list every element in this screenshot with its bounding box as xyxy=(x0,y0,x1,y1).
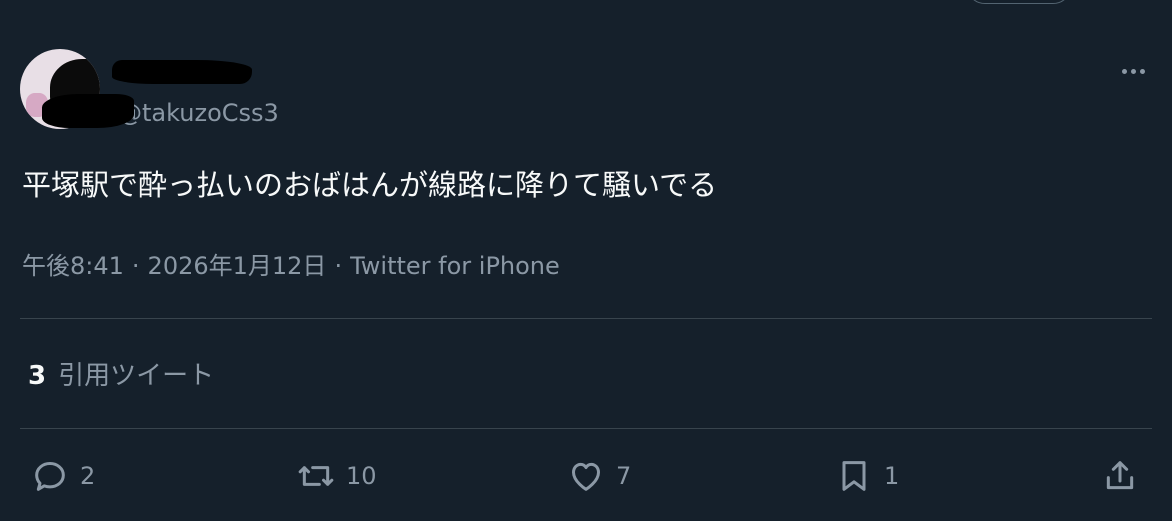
bookmark-button[interactable]: 1 xyxy=(834,450,899,502)
tweet-source[interactable]: Twitter for iPhone xyxy=(350,252,560,280)
author-info[interactable]: @takuzoCss3 xyxy=(42,56,372,130)
retweet-icon xyxy=(298,466,334,486)
name-redaction xyxy=(112,60,252,84)
divider xyxy=(20,318,1152,319)
follow-button[interactable] xyxy=(966,0,1072,4)
reply-count: 2 xyxy=(80,462,96,490)
tweet-text: 平塚駅で酔っ払いのおばはんが線路に降りて騒いでる xyxy=(22,168,718,202)
retweet-count: 10 xyxy=(346,462,377,490)
quote-label: 引用ツイート xyxy=(58,361,215,391)
share-icon xyxy=(1106,461,1134,490)
quote-tweets-link[interactable]: 3 引用ツイート xyxy=(28,356,214,396)
retweet-button[interactable]: 10 xyxy=(296,450,377,502)
heart-icon xyxy=(572,462,600,491)
tweet-time[interactable]: 午後8:41 xyxy=(22,252,124,280)
tweet-date[interactable]: 2026年1月12日 xyxy=(148,252,327,280)
share-button[interactable] xyxy=(1100,450,1140,502)
reply-button[interactable]: 2 xyxy=(30,450,95,502)
reply-icon xyxy=(35,462,65,491)
like-count: 7 xyxy=(616,462,632,490)
like-button[interactable]: 7 xyxy=(566,450,631,502)
author-handle[interactable]: @takuzoCss3 xyxy=(118,96,279,130)
meta-separator: · xyxy=(131,252,140,280)
quote-count: 3 xyxy=(28,361,47,391)
meta-separator: · xyxy=(334,252,343,280)
more-options-icon[interactable] xyxy=(1116,60,1150,82)
divider xyxy=(20,428,1152,429)
handle-redaction xyxy=(42,94,134,128)
tweet-metadata: 午後8:41 · 2026年1月12日 · Twitter for iPhone xyxy=(22,248,560,284)
bookmark-count: 1 xyxy=(884,462,900,490)
action-bar: 2 10 7 1 xyxy=(0,450,1172,502)
bookmark-icon xyxy=(842,461,866,491)
